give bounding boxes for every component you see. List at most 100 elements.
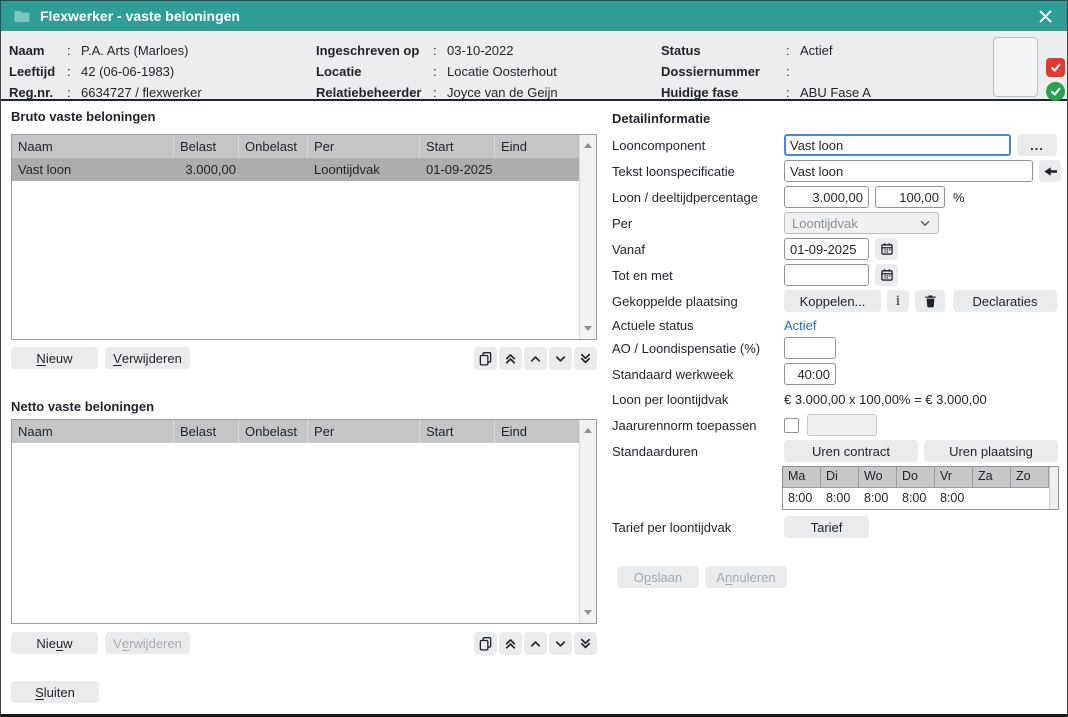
- netto-table-header: Naam Belast Onbelast Per Start Eind: [12, 420, 596, 443]
- huidige-fase-value: ABU Fase A: [800, 85, 871, 100]
- table-row-selected[interactable]: Vast loon 3.000,00 Loontijdvak 01-09-202…: [12, 158, 579, 181]
- column-header-naam[interactable]: Naam: [12, 420, 174, 443]
- looncomponent-input[interactable]: [784, 134, 1011, 156]
- vanaf-row: Vanaf: [612, 238, 898, 260]
- loon-input[interactable]: [784, 186, 869, 208]
- scroll-up-icon[interactable]: [584, 428, 592, 433]
- green-check-icon[interactable]: [1046, 82, 1065, 101]
- day-hours[interactable]: 8:00: [897, 488, 935, 509]
- column-header-naam[interactable]: Naam: [12, 135, 174, 158]
- tot-en-met-input[interactable]: [784, 264, 869, 286]
- sluiten-button[interactable]: Sluiten: [11, 681, 99, 703]
- move-top-icon[interactable]: [499, 347, 522, 370]
- ao-loondispensatie-input[interactable]: [784, 337, 836, 359]
- header-col1: Naam:P.A. Arts (Marloes) Leeftijd:42 (06…: [9, 40, 202, 103]
- standaard-werkweek-input[interactable]: [784, 363, 836, 385]
- close-icon[interactable]: [1035, 6, 1055, 26]
- column-header-eind[interactable]: Eind: [495, 420, 579, 443]
- loon-per-loontijdvak-row: Loon per loontijdvak € 3.000,00 x 100,00…: [612, 391, 987, 407]
- info-icon[interactable]: i: [887, 290, 909, 312]
- leeftijd-value: 42 (06-06-1983): [81, 64, 202, 79]
- actuele-status-link[interactable]: Actief: [784, 318, 817, 333]
- day-header: Za: [973, 467, 1011, 488]
- copy-icon[interactable]: [474, 347, 497, 370]
- tekst-loonspecificatie-label: Tekst loonspecificatie: [612, 164, 784, 179]
- bruto-verwijderen-button[interactable]: Verwijderen: [105, 347, 190, 369]
- scroll-down-icon[interactable]: [584, 326, 592, 331]
- uren-plaatsing-button[interactable]: Uren plaatsing: [924, 440, 1058, 462]
- red-check-icon[interactable]: [1046, 58, 1065, 77]
- standaarduren-label: Standaarduren: [612, 444, 784, 459]
- tarief-row: Tarief per loontijdvak Tarief: [612, 516, 869, 538]
- deeltijdpercentage-input[interactable]: [875, 186, 945, 208]
- looncomponent-more-button[interactable]: ...: [1017, 134, 1057, 156]
- column-header-eind[interactable]: Eind: [495, 135, 579, 158]
- vanaf-input[interactable]: [784, 238, 869, 260]
- move-down-icon[interactable]: [549, 632, 572, 655]
- tot-en-met-label: Tot en met: [612, 268, 784, 283]
- day-header: Di: [821, 467, 859, 488]
- gekoppelde-plaatsing-label: Gekoppelde plaatsing: [612, 294, 784, 309]
- uren-contract-button[interactable]: Uren contract: [784, 440, 918, 462]
- netto-table-scrollbar[interactable]: [579, 420, 596, 623]
- column-header-start[interactable]: Start: [420, 135, 495, 158]
- jaarurennorm-checkbox[interactable]: [784, 418, 799, 433]
- move-up-icon[interactable]: [524, 347, 547, 370]
- loon-per-loontijdvak-value: € 3.000,00 x 100,00% = € 3.000,00: [784, 392, 987, 407]
- vanaf-label: Vanaf: [612, 242, 784, 257]
- netto-nieuw-button[interactable]: Nieuw: [11, 632, 98, 654]
- tarief-button[interactable]: Tarief: [784, 516, 869, 538]
- column-header-per[interactable]: Per: [308, 420, 420, 443]
- trash-icon[interactable]: [915, 290, 945, 312]
- koppelen-button[interactable]: Koppelen...: [784, 290, 881, 312]
- column-header-belast[interactable]: Belast: [174, 420, 239, 443]
- day-hours[interactable]: 8:00: [859, 488, 897, 509]
- ao-loondispensatie-row: AO / Loondispensatie (%): [612, 337, 836, 359]
- photo-placeholder[interactable]: [993, 37, 1038, 97]
- day-hours[interactable]: 8:00: [783, 488, 821, 509]
- per-select[interactable]: Loontijdvak: [784, 212, 939, 234]
- copy-icon[interactable]: [474, 632, 497, 655]
- column-header-belast[interactable]: Belast: [174, 135, 239, 158]
- jaarurennorm-label: Jaarurennorm toepassen: [612, 418, 784, 433]
- colon: :: [67, 64, 81, 79]
- jaarurennorm-input[interactable]: [807, 414, 877, 436]
- annuleren-button[interactable]: Annuleren: [705, 566, 787, 588]
- opslaan-button[interactable]: Opslaan: [617, 566, 699, 588]
- loon-per-loontijdvak-label: Loon per loontijdvak: [612, 392, 784, 407]
- day-hours[interactable]: [1011, 488, 1049, 509]
- day-hours[interactable]: 8:00: [821, 488, 859, 509]
- vanaf-calendar-icon[interactable]: [875, 238, 898, 260]
- cell-eind: [495, 158, 579, 181]
- bruto-row-tools: [474, 347, 597, 370]
- move-down-icon[interactable]: [549, 347, 572, 370]
- scroll-up-icon[interactable]: [584, 143, 592, 148]
- bruto-nieuw-button[interactable]: Nieuw: [11, 347, 98, 369]
- employee-header: Naam:P.A. Arts (Marloes) Leeftijd:42 (06…: [1, 31, 1067, 101]
- move-bottom-icon[interactable]: [574, 347, 597, 370]
- locatie-value: Locatie Oosterhout: [447, 64, 558, 79]
- declaraties-button[interactable]: Declaraties: [953, 290, 1057, 312]
- looncomponent-row: Looncomponent ...: [612, 134, 1057, 156]
- actuele-status-row: Actuele status Actief: [612, 317, 817, 333]
- tekst-loonspecificatie-input[interactable]: [784, 160, 1033, 182]
- week-hours-row: 8:00 8:00 8:00 8:00 8:00: [783, 488, 1058, 509]
- column-header-onbelast[interactable]: Onbelast: [239, 135, 308, 158]
- revert-arrow-left-icon[interactable]: [1039, 160, 1061, 182]
- column-header-start[interactable]: Start: [420, 420, 495, 443]
- day-hours[interactable]: 8:00: [935, 488, 973, 509]
- column-header-onbelast[interactable]: Onbelast: [239, 420, 308, 443]
- move-top-icon[interactable]: [499, 632, 522, 655]
- scroll-down-icon[interactable]: [584, 610, 592, 615]
- tot-en-met-row: Tot en met: [612, 264, 898, 286]
- move-bottom-icon[interactable]: [574, 632, 597, 655]
- tot-en-met-calendar-icon[interactable]: [875, 264, 898, 286]
- column-header-per[interactable]: Per: [308, 135, 420, 158]
- move-up-icon[interactable]: [524, 632, 547, 655]
- day-header: Do: [897, 467, 935, 488]
- bruto-table-scrollbar[interactable]: [579, 135, 596, 339]
- looncomponent-label: Looncomponent: [612, 138, 784, 153]
- week-table-scrollbar[interactable]: [1049, 467, 1058, 509]
- day-hours[interactable]: [973, 488, 1011, 509]
- netto-verwijderen-button[interactable]: Verwijderen: [105, 632, 190, 654]
